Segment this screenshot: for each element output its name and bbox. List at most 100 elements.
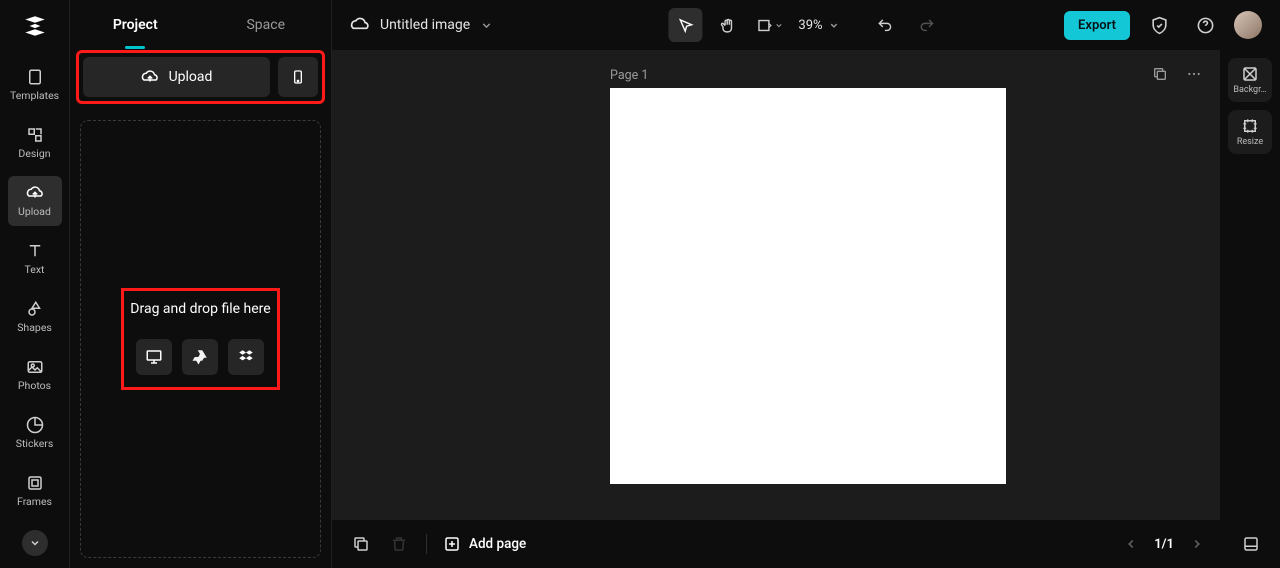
document-title-text: Untitled image [380, 17, 470, 33]
chevron-down-icon [774, 21, 783, 30]
canvas-area[interactable]: Page 1 [332, 50, 1220, 520]
chevron-down-icon [480, 19, 493, 32]
sidebar-item-label: Templates [10, 89, 59, 102]
chevron-down-icon [829, 20, 840, 31]
sidebar-more-button[interactable] [22, 530, 48, 556]
sidebar-item-label: Shapes [17, 321, 52, 334]
upload-mobile-button[interactable] [278, 57, 318, 97]
document-title[interactable]: Untitled image [350, 15, 493, 35]
redo-button[interactable] [910, 8, 944, 42]
tab-project[interactable]: Project [70, 2, 201, 48]
zoom-value: 39% [798, 18, 822, 33]
sidebar-item-label: Stickers [16, 437, 53, 450]
sidebar-item-shapes[interactable]: Shapes [8, 292, 62, 342]
export-button[interactable]: Export [1064, 11, 1130, 40]
sidebar-item-templates[interactable]: Templates [8, 60, 62, 110]
monitor-icon [145, 348, 163, 366]
help-button[interactable] [1188, 8, 1222, 42]
source-gdrive-button[interactable] [182, 339, 218, 375]
hand-icon [719, 17, 736, 34]
dropzone-source-row [130, 339, 270, 375]
cloud-upload-icon [141, 68, 159, 86]
tool-artboard-button[interactable] [752, 8, 786, 42]
topbar: Untitled image 39% Export [332, 0, 1280, 50]
text-icon [26, 242, 44, 260]
topbar-right: Export [1064, 8, 1262, 42]
upload-button[interactable]: Upload [83, 57, 270, 97]
tab-space[interactable]: Space [201, 2, 332, 48]
grid-view-icon [1242, 535, 1260, 553]
resize-button[interactable]: Resize [1228, 110, 1272, 154]
right-rail-label: Backgr… [1233, 85, 1266, 95]
source-computer-button[interactable] [136, 339, 172, 375]
cursor-icon [677, 17, 694, 34]
sidebar-item-label: Upload [18, 205, 51, 218]
chevron-left-icon [1124, 537, 1138, 551]
templates-icon [26, 68, 44, 86]
help-icon [1196, 16, 1215, 35]
zoom-control[interactable]: 39% [794, 18, 843, 33]
upload-icon [26, 184, 44, 202]
page-label: Page 1 [610, 68, 648, 83]
tool-hand-button[interactable] [710, 8, 744, 42]
sidebar-item-upload[interactable]: Upload [8, 176, 62, 226]
mobile-icon [290, 69, 306, 85]
pager-prev-button[interactable] [1122, 535, 1140, 553]
sidebar-item-design[interactable]: Design [8, 118, 62, 168]
dropzone-text: Drag and drop file here [130, 301, 270, 317]
sidebar-item-text[interactable]: Text [8, 234, 62, 284]
undo-button[interactable] [868, 8, 902, 42]
page-canvas[interactable] [610, 88, 1006, 484]
duplicate-icon [352, 535, 370, 553]
sidebar-item-label: Text [25, 263, 45, 276]
pager-next-button[interactable] [1188, 535, 1206, 553]
photos-icon [26, 358, 44, 376]
duplicate-button[interactable] [350, 533, 372, 555]
sidebar-item-label: Design [18, 147, 50, 160]
duplicate-page-button[interactable] [1150, 64, 1170, 84]
chevron-right-icon [1190, 537, 1204, 551]
account-avatar[interactable] [1234, 11, 1262, 39]
sidebar-item-stickers[interactable]: Stickers [8, 408, 62, 458]
resize-icon [1241, 117, 1259, 135]
right-rail: Backgr… Resize [1228, 58, 1272, 154]
more-horizontal-icon [1186, 66, 1202, 82]
sidebar-item-photos[interactable]: Photos [8, 350, 62, 400]
app-logo[interactable] [19, 10, 51, 42]
sidebar-item-label: Frames [17, 495, 52, 508]
dropbox-icon [237, 348, 255, 366]
trash-icon [390, 535, 408, 553]
stickers-icon [26, 416, 44, 434]
sidebar-item-frames[interactable]: Frames [8, 466, 62, 516]
background-button[interactable]: Backgr… [1228, 58, 1272, 102]
shield-button[interactable] [1142, 8, 1176, 42]
gdrive-icon [191, 348, 209, 366]
topbar-tools: 39% [668, 8, 943, 42]
frames-icon [26, 474, 44, 492]
upload-button-label: Upload [169, 69, 213, 85]
shapes-icon [26, 300, 44, 318]
tool-select-button[interactable] [668, 8, 702, 42]
left-rail: Templates Design Upload Text Shapes Phot… [0, 0, 70, 568]
bottombar: Add page 1/1 [332, 520, 1280, 568]
background-icon [1241, 65, 1259, 83]
dropzone[interactable]: Drag and drop file here [80, 120, 321, 558]
side-panel: Project Space Upload Drag and drop file … [70, 0, 332, 568]
panel-tabs: Project Space [70, 0, 331, 50]
add-page-icon [443, 535, 461, 553]
source-dropbox-button[interactable] [228, 339, 264, 375]
artboard-icon [755, 17, 772, 34]
shield-icon [1150, 16, 1169, 35]
delete-button [388, 533, 410, 555]
add-page-label: Add page [469, 536, 526, 552]
page-tools [1150, 64, 1204, 84]
bottombar-right: 1/1 [1122, 533, 1262, 555]
design-icon [26, 126, 44, 144]
page-more-button[interactable] [1184, 64, 1204, 84]
cloud-icon [350, 15, 370, 35]
add-page-button[interactable]: Add page [443, 535, 526, 553]
right-rail-label: Resize [1237, 137, 1263, 147]
grid-view-button[interactable] [1240, 533, 1262, 555]
pager-text: 1/1 [1154, 537, 1174, 552]
bottombar-left: Add page [350, 533, 526, 555]
